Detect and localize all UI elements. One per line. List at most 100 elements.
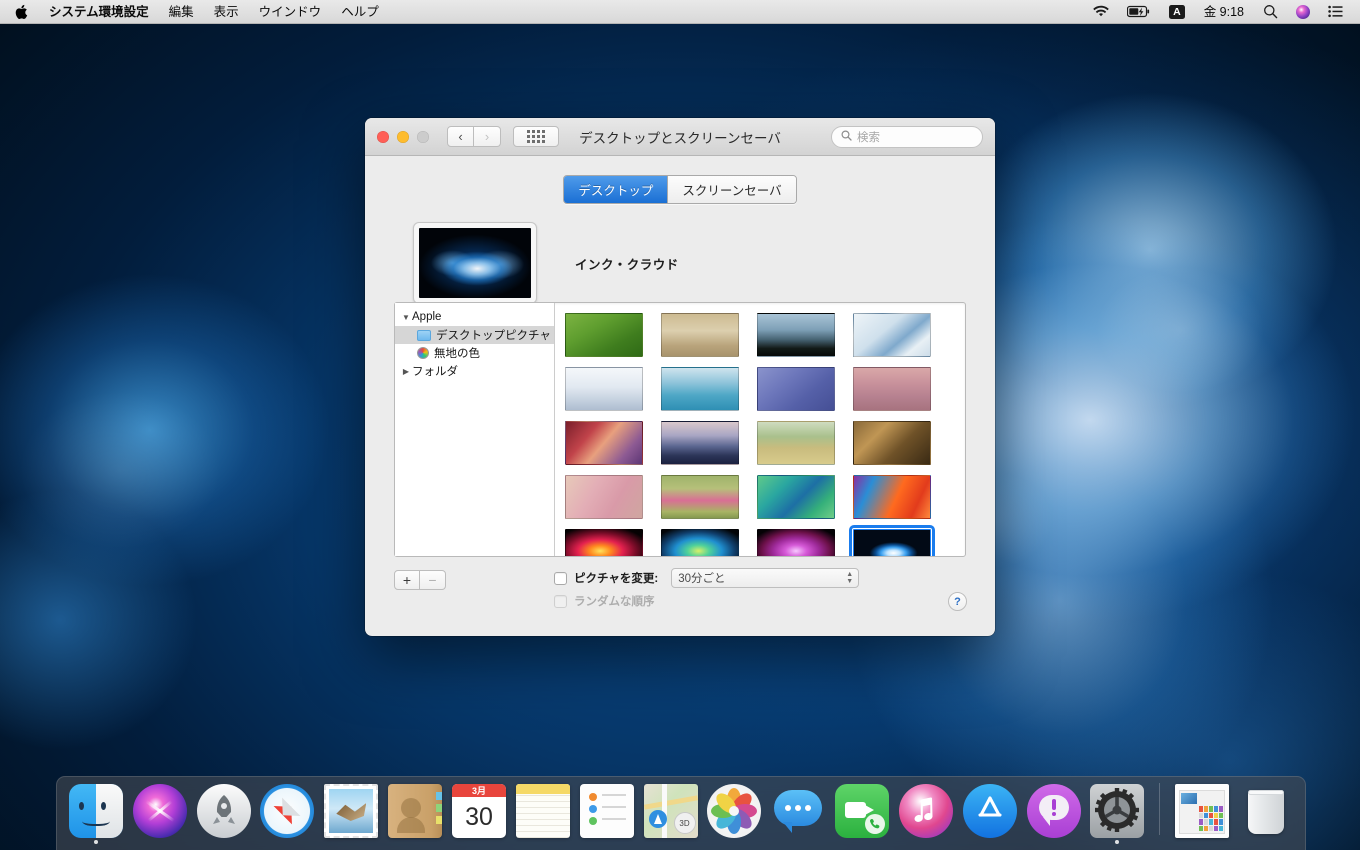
wallpaper-thumbnail-misty-golden-reeds[interactable] <box>661 313 739 357</box>
menu-item-system-preferences[interactable]: システム環境設定 <box>39 0 159 24</box>
wallpaper-thumbnail-layered-blue-mountains[interactable] <box>757 313 835 357</box>
disclosure-triangle-icon[interactable]: ▼ <box>400 313 412 322</box>
photos-icon <box>707 784 762 838</box>
running-indicator <box>93 840 98 844</box>
wallpaper-thumbnail-pink-sand-ripples[interactable] <box>853 367 931 411</box>
menu-item-help[interactable]: ヘルプ <box>331 0 389 24</box>
contacts-icon <box>388 784 443 838</box>
menu-item-view[interactable]: 表示 <box>204 0 249 24</box>
zoom-button[interactable] <box>417 130 429 143</box>
current-wallpaper-name: インク・クラウド <box>575 257 679 272</box>
wallpaper-thumbnail-lion-portrait[interactable] <box>853 421 931 465</box>
random-order-label: ランダムな順序 <box>574 596 655 608</box>
wifi-icon[interactable] <box>1084 5 1118 18</box>
dock-item-launchpad[interactable] <box>193 784 255 844</box>
running-indicator <box>1052 840 1056 844</box>
calendar-month: 3月 <box>451 784 506 797</box>
back-button[interactable]: ‹ <box>447 126 474 147</box>
dock-item-calendar[interactable]: 3月 30 <box>448 784 510 844</box>
dock-item-safari[interactable] <box>257 784 319 844</box>
wallpaper-thumbnail-blue-pond-trees[interactable] <box>661 367 739 411</box>
dock-item-maps[interactable]: 3D <box>640 784 702 844</box>
wallpaper-thumbnail-elephant-savanna[interactable] <box>757 421 835 465</box>
dock-separator <box>1159 783 1161 835</box>
disclosure-triangle-icon[interactable]: ▶ <box>400 367 412 376</box>
wallpaper-thumbnail-orange-halftone-abstract[interactable] <box>853 475 931 519</box>
menu-item-edit[interactable]: 編集 <box>159 0 204 24</box>
notes-icon <box>515 784 570 838</box>
wallpaper-thumbnail-frozen-river-aerial[interactable] <box>853 313 931 357</box>
itunes-icon <box>898 784 953 838</box>
apple-menu-icon[interactable] <box>0 4 39 20</box>
wallpaper-thumbnail-pink-grass-blur[interactable] <box>565 475 643 519</box>
change-picture-checkbox[interactable] <box>554 571 567 585</box>
dock-item-trash[interactable] <box>1235 784 1297 844</box>
messages-icon <box>771 784 825 838</box>
running-indicator <box>732 840 736 844</box>
running-indicator <box>1115 840 1120 844</box>
wallpaper-thumbnail-red-yellow-ink-burst[interactable] <box>565 529 643 556</box>
wallpaper-thumbnail-snow-dunes[interactable] <box>565 367 643 411</box>
wallpaper-thumbnail-pink-poppies[interactable] <box>661 475 739 519</box>
app-store-icon <box>962 784 1017 838</box>
dock-item-system-preferences[interactable] <box>1087 784 1149 844</box>
dock-item-finder[interactable] <box>65 784 127 844</box>
current-wallpaper-preview[interactable] <box>413 222 537 304</box>
finder-icon <box>68 784 123 838</box>
maps-3d-badge: 3D <box>673 812 696 834</box>
battery-charging-icon[interactable] <box>1118 5 1160 18</box>
dock-item-minimized-window[interactable] <box>1171 784 1233 844</box>
dock-item-notes[interactable] <box>512 784 574 844</box>
wallpaper-thumbnail-green-rice-terraces[interactable] <box>565 313 643 357</box>
input-source-indicator[interactable]: A <box>1160 4 1194 19</box>
search-field[interactable]: 検索 <box>831 125 983 148</box>
wallpaper-thumbnail-green-blue-ink-burst[interactable] <box>661 529 739 556</box>
menu-bar-clock[interactable]: 金 9:18 <box>1194 0 1254 24</box>
notification-center-icon[interactable] <box>1319 5 1352 18</box>
menu-bar-status-area: A 金 9:18 <box>1084 0 1360 24</box>
menu-item-window[interactable]: ウインドウ <box>249 0 332 24</box>
tab-screensaver[interactable]: スクリーンセーバ <box>668 176 796 203</box>
sidebar-item-apple[interactable]: ▼ Apple <box>395 308 554 326</box>
tab-desktop[interactable]: デスクトップ <box>564 176 669 203</box>
dock-item-facetime[interactable] <box>831 784 893 844</box>
sidebar-item-solid-colors[interactable]: 無地の色 <box>395 344 554 362</box>
dock-item-photos[interactable] <box>703 784 765 844</box>
running-indicator <box>924 840 928 844</box>
dock-item-contacts[interactable] <box>384 784 446 844</box>
wallpaper-thumbnail-ink-cloud-blue[interactable] <box>849 525 935 556</box>
random-order-row: ランダムな順序 <box>554 593 859 609</box>
remove-folder-button[interactable]: − <box>420 570 446 590</box>
interval-dropdown[interactable]: 30分ごと ▲ ▼ <box>671 568 860 588</box>
launchpad-icon <box>196 784 251 838</box>
show-all-grid-button[interactable] <box>513 126 559 147</box>
minimize-button[interactable] <box>397 130 409 143</box>
system-preferences-icon <box>1090 784 1145 838</box>
sidebar-item-folders[interactable]: ▶ フォルダ <box>395 362 554 380</box>
random-order-checkbox[interactable] <box>554 594 567 608</box>
sidebar-item-desktop-pictures[interactable]: デスクトップピクチャ <box>395 326 554 344</box>
dock-item-itunes[interactable] <box>895 784 957 844</box>
input-source-label: A <box>1169 4 1185 19</box>
dock-item-siri[interactable] <box>129 784 191 844</box>
facetime-icon <box>835 784 890 838</box>
siri-icon[interactable] <box>1287 4 1319 19</box>
wallpaper-thumbnail-magenta-ink-burst[interactable] <box>757 529 835 556</box>
close-button[interactable] <box>377 130 389 143</box>
add-folder-button[interactable]: + <box>394 570 420 590</box>
dock-item-messages[interactable] <box>767 784 829 844</box>
help-button[interactable]: ? <box>948 592 967 611</box>
dock-item-app-store[interactable] <box>959 784 1021 844</box>
wallpaper-thumbnail-green-blue-marble[interactable] <box>757 475 835 519</box>
dock-item-mail[interactable] <box>320 784 382 844</box>
running-indicator <box>285 840 289 844</box>
forward-button[interactable]: › <box>474 126 501 147</box>
wallpaper-thumbnail-blue-canyon-rock[interactable] <box>757 367 835 411</box>
dock-item-reminders[interactable] <box>576 784 638 844</box>
dock-item-podcasts[interactable] <box>1023 784 1085 844</box>
wallpaper-thumbnail-antelope-canyon-red[interactable] <box>565 421 643 465</box>
spotlight-search-icon[interactable] <box>1254 4 1287 19</box>
wallpaper-grid <box>555 303 965 556</box>
wallpaper-thumbnail-lake-reflection-dusk[interactable] <box>661 421 739 465</box>
menu-bar-left: システム環境設定 編集 表示 ウインドウ ヘルプ <box>0 0 389 24</box>
